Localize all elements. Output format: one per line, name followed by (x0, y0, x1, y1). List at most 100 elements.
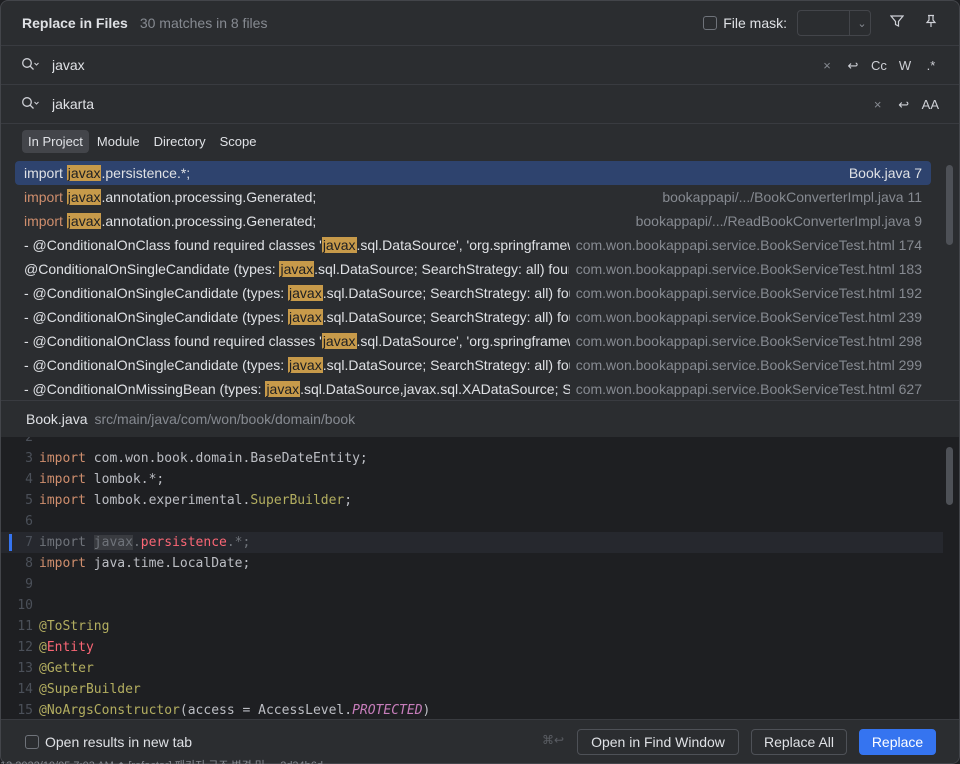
code-line: 9 (1, 574, 943, 595)
scope-directory[interactable]: Directory (148, 130, 212, 153)
result-row[interactable]: @ConditionalOnSingleCandidate (types: ja… (15, 257, 931, 281)
dialog-header: Replace in Files 30 matches in 8 files F… (1, 1, 959, 45)
replace-button[interactable]: Replace (859, 729, 936, 755)
result-prefix: - @ConditionalOnSingleCandidate (types: (24, 357, 289, 373)
results-scrollbar[interactable] (946, 165, 953, 245)
result-text: import javax.annotation.processing.Gener… (24, 185, 624, 209)
code-line: 12 @Entity (1, 637, 943, 658)
newline-icon[interactable]: ↩ (845, 58, 861, 74)
result-match: javax (288, 357, 323, 373)
regex-button[interactable]: .* (923, 58, 939, 73)
result-location: Book.java 7 (848, 165, 922, 181)
code-token: @Getter (39, 661, 94, 676)
result-text: import javax.annotation.processing.Gener… (24, 209, 624, 233)
code-token: ; (344, 493, 353, 508)
code-line: 6 (1, 511, 943, 532)
scope-in-project[interactable]: In Project (22, 130, 89, 153)
result-suffix: .sql.DataSource', 'org.springframew (356, 333, 571, 349)
code-token: SuperBuilder (250, 493, 345, 508)
code-line: 2 (1, 437, 943, 448)
line-number: 6 (25, 514, 33, 529)
search-icon[interactable] (21, 57, 41, 74)
result-match: javax (321, 333, 357, 349)
find-row: × ↩ Cc W .* (1, 45, 959, 84)
result-row[interactable]: - @ConditionalOnClass found required cla… (15, 233, 931, 257)
code-token: com.won.book.domain.BaseDateEntity; (85, 451, 368, 466)
code-text: import javax.persistence.*; (39, 532, 250, 553)
header-controls: File mask: ⌄ (703, 10, 939, 36)
line-number: 3 (25, 451, 33, 466)
result-row[interactable]: import javax.annotation.processing.Gener… (15, 209, 931, 233)
code-line: 10 (1, 595, 943, 616)
replace-input[interactable] (52, 96, 752, 112)
open-new-tab-checkbox[interactable] (25, 735, 39, 749)
filter-icon[interactable] (889, 14, 905, 32)
replace-options: × ↩ AA (860, 85, 939, 124)
result-row[interactable]: import javax.persistence.*; Book.java 7 (15, 161, 931, 185)
open-new-tab-option[interactable]: Open results in new tab (25, 734, 192, 750)
code-token: @NoArgsConstructor (39, 703, 180, 718)
code-line: 13 @Getter (1, 658, 943, 679)
code-text: @Getter (39, 658, 94, 679)
code-token: (access = AccessLevel. (179, 703, 353, 718)
result-row[interactable]: - @ConditionalOnSingleCandidate (types: … (15, 353, 931, 377)
file-mask-checkbox[interactable] (703, 16, 718, 30)
clear-replace-icon[interactable]: × (870, 97, 886, 112)
file-mask-combo[interactable]: ⌄ (797, 10, 871, 36)
result-match: javax (66, 165, 102, 181)
result-suffix: .sql.DataSource', 'org.springframew (356, 237, 571, 253)
line-number: 12 (17, 640, 33, 655)
scope-module[interactable]: Module (91, 130, 146, 153)
preview-path-bar: Book.java src/main/java/com/won/book/dom… (1, 400, 959, 437)
code-token: . (132, 535, 141, 550)
result-text: - @ConditionalOnClass found required cla… (24, 329, 570, 353)
replace-all-button[interactable]: Replace All (751, 729, 847, 755)
line-number: 4 (25, 472, 33, 487)
result-match: javax (66, 213, 102, 229)
code-text: @Entity (39, 637, 94, 658)
result-prefix: - @ConditionalOnSingleCandidate (types: (24, 285, 289, 301)
result-prefix: import (24, 189, 67, 205)
line-number: 10 (17, 598, 33, 613)
file-mask-label: File mask: (723, 15, 787, 31)
code-line: 15 @NoArgsConstructor(access = AccessLeve… (1, 700, 943, 719)
editor-scrollbar[interactable] (946, 447, 953, 505)
dialog-title: Replace in Files (22, 15, 128, 31)
scope-scope[interactable]: Scope (214, 130, 263, 153)
whole-words-button[interactable]: W (897, 58, 913, 73)
code-token: import (39, 472, 86, 487)
code-token: java.time.LocalDate; (85, 556, 251, 571)
open-in-find-window-button[interactable]: Open in Find Window (577, 729, 739, 755)
code-preview[interactable]: 2 3 import com.won.book.domain.BaseDateEnt… (1, 437, 959, 719)
code-text: @NoArgsConstructor(access = AccessLevel.… (39, 700, 430, 719)
result-row[interactable]: - @ConditionalOnMissingBean (types: java… (15, 377, 931, 399)
code-token: persistence (140, 535, 227, 550)
result-prefix: import (24, 165, 67, 181)
find-input[interactable] (52, 57, 752, 73)
result-match: javax (321, 237, 357, 253)
result-row[interactable]: import javax.annotation.processing.Gener… (15, 185, 931, 209)
pin-icon[interactable] (923, 14, 939, 32)
chevron-down-icon[interactable]: ⌄ (854, 17, 870, 30)
replace-newline-icon[interactable]: ↩ (896, 97, 912, 113)
result-match: javax (279, 261, 315, 277)
match-case-button[interactable]: Cc (871, 58, 887, 73)
preserve-case-button[interactable]: AA (922, 97, 939, 112)
replace-search-icon[interactable] (21, 96, 41, 113)
match-summary: 30 matches in 8 files (139, 15, 268, 31)
code-token: PROTECTED (352, 703, 423, 718)
line-number: 5 (25, 493, 33, 508)
result-location: com.won.bookappapi.service.BookServiceTe… (575, 357, 922, 373)
result-location: bookappapi/.../BookConverterImpl.java 11 (662, 189, 922, 205)
result-prefix: - @ConditionalOnMissingBean (types: (24, 381, 266, 397)
current-line-marker (9, 534, 12, 551)
result-suffix: .annotation.processing.Generated; (101, 189, 317, 205)
clear-find-icon[interactable]: × (819, 58, 835, 73)
combo-separator (849, 11, 850, 35)
result-row[interactable]: - @ConditionalOnClass found required cla… (15, 329, 931, 353)
result-text: import javax.persistence.*; (24, 161, 624, 185)
preview-file-name: Book.java (26, 411, 88, 427)
result-row[interactable]: - @ConditionalOnSingleCandidate (types: … (15, 305, 931, 329)
line-number: 15 (17, 703, 33, 718)
result-row[interactable]: - @ConditionalOnSingleCandidate (types: … (15, 281, 931, 305)
